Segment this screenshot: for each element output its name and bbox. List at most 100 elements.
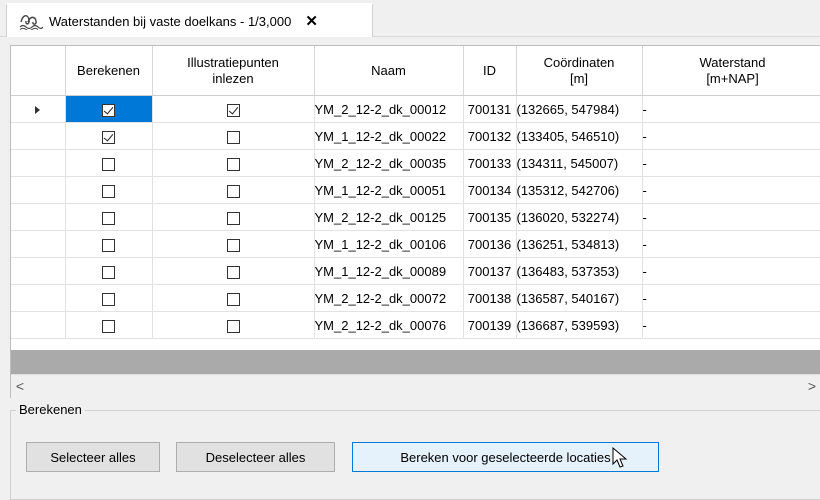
- berekenen-checkbox[interactable]: [102, 157, 115, 171]
- berekenen-checkbox[interactable]: [102, 292, 115, 306]
- id-cell[interactable]: 700132: [463, 122, 517, 150]
- berekenen-cell[interactable]: [65, 203, 153, 231]
- waterstand-cell[interactable]: -: [642, 122, 820, 150]
- illustratiepunten-checkbox[interactable]: [226, 292, 240, 306]
- illustratiepunten-checkbox[interactable]: [226, 211, 240, 225]
- naam-cell[interactable]: YM_1_12-2_dk_00022: [314, 122, 464, 150]
- naam-cell[interactable]: YM_2_12-2_dk_00072: [314, 284, 464, 312]
- illustratiepunten-cell[interactable]: [152, 176, 315, 204]
- coordinaten-cell[interactable]: (136483, 537353): [516, 257, 643, 285]
- illustratiepunten-checkbox[interactable]: [226, 238, 240, 252]
- naam-cell[interactable]: YM_1_12-2_dk_00089: [314, 257, 464, 285]
- deselect-all-button[interactable]: Deselecteer alles: [176, 442, 335, 472]
- close-icon[interactable]: ✕: [305, 12, 318, 30]
- naam-cell[interactable]: YM_1_12-2_dk_00106: [314, 230, 464, 258]
- berekenen-cell[interactable]: [65, 257, 153, 285]
- scroll-left-icon[interactable]: <: [11, 375, 29, 398]
- row-header[interactable]: [11, 149, 66, 177]
- id-cell[interactable]: 700131: [463, 95, 517, 123]
- select-all-button[interactable]: Selecteer alles: [26, 442, 160, 472]
- illustratiepunten-cell[interactable]: [152, 284, 315, 312]
- coordinaten-cell[interactable]: (136020, 532274): [516, 203, 643, 231]
- row-header[interactable]: [11, 203, 66, 231]
- naam-cell[interactable]: YM_1_12-2_dk_00051: [314, 176, 464, 204]
- illustratiepunten-cell[interactable]: [152, 149, 315, 177]
- coordinaten-cell[interactable]: (133405, 546510): [516, 122, 643, 150]
- illustratiepunten-cell[interactable]: [152, 203, 315, 231]
- row-header[interactable]: [11, 95, 66, 123]
- coordinaten-cell[interactable]: (135312, 542706): [516, 176, 643, 204]
- berekenen-checkbox[interactable]: [102, 130, 115, 144]
- berekenen-cell[interactable]: [65, 149, 153, 177]
- table-row[interactable]: YM_2_12-2_dk_00035 700133 (134311, 545007)…: [11, 149, 820, 177]
- table-row[interactable]: YM_1_12-2_dk_00051 700134 (135312, 542706)…: [11, 176, 820, 204]
- column-header-berekenen[interactable]: Berekenen: [65, 46, 153, 96]
- illustratiepunten-checkbox[interactable]: [226, 319, 240, 333]
- berekenen-checkbox[interactable]: [102, 265, 115, 279]
- illustratiepunten-checkbox[interactable]: [226, 103, 240, 117]
- column-header-illustratiepunten[interactable]: Illustratiepunten inlezen: [152, 46, 315, 96]
- berekenen-cell[interactable]: [65, 230, 153, 258]
- berekenen-checkbox[interactable]: [102, 211, 115, 225]
- coordinaten-cell[interactable]: (134311, 545007): [516, 149, 643, 177]
- row-header[interactable]: [11, 176, 66, 204]
- illustratiepunten-checkbox[interactable]: [226, 130, 240, 144]
- row-header[interactable]: [11, 257, 66, 285]
- illustratiepunten-cell[interactable]: [152, 230, 315, 258]
- column-header-id[interactable]: ID: [463, 46, 517, 96]
- id-cell[interactable]: 700137: [463, 257, 517, 285]
- tab-waterstanden[interactable]: Waterstanden bij vaste doelkans - 1/3,00…: [6, 3, 373, 37]
- berekenen-cell[interactable]: [65, 176, 153, 204]
- illustratiepunten-cell[interactable]: [152, 257, 315, 285]
- berekenen-cell[interactable]: [65, 311, 153, 339]
- waterstand-cell[interactable]: -: [642, 203, 820, 231]
- berekenen-cell[interactable]: [65, 122, 153, 150]
- id-cell[interactable]: 700136: [463, 230, 517, 258]
- table-row[interactable]: YM_2_12-2_dk_00072 700138 (136587, 540167)…: [11, 284, 820, 312]
- row-header[interactable]: [11, 230, 66, 258]
- waterstand-cell[interactable]: -: [642, 176, 820, 204]
- berekenen-checkbox[interactable]: [102, 103, 115, 117]
- id-cell[interactable]: 700139: [463, 311, 517, 339]
- row-header[interactable]: [11, 311, 66, 339]
- waterstand-cell[interactable]: -: [642, 284, 820, 312]
- naam-cell[interactable]: YM_2_12-2_dk_00076: [314, 311, 464, 339]
- berekenen-checkbox[interactable]: [102, 238, 115, 252]
- id-cell[interactable]: 700133: [463, 149, 517, 177]
- column-header-coordinaten[interactable]: Coördinaten [m]: [516, 46, 643, 96]
- coordinaten-cell[interactable]: (136587, 540167): [516, 284, 643, 312]
- table-row[interactable]: YM_2_12-2_dk_00012 700131 (132665, 547984)…: [11, 95, 820, 123]
- berekenen-cell[interactable]: [65, 284, 153, 312]
- illustratiepunten-checkbox[interactable]: [226, 265, 240, 279]
- id-cell[interactable]: 700135: [463, 203, 517, 231]
- table-row[interactable]: YM_1_12-2_dk_00106 700136 (136251, 534813)…: [11, 230, 820, 258]
- table-row[interactable]: YM_2_12-2_dk_00076 700139 (136687, 539593)…: [11, 311, 820, 339]
- coordinaten-cell[interactable]: (136251, 534813): [516, 230, 643, 258]
- waterstand-cell[interactable]: -: [642, 149, 820, 177]
- row-header[interactable]: [11, 122, 66, 150]
- coordinaten-cell[interactable]: (136687, 539593): [516, 311, 643, 339]
- waterstand-cell[interactable]: -: [642, 230, 820, 258]
- waterstand-cell[interactable]: -: [642, 311, 820, 339]
- berekenen-checkbox[interactable]: [102, 319, 115, 333]
- table-row[interactable]: YM_2_12-2_dk_00125 700135 (136020, 532274)…: [11, 203, 820, 231]
- illustratiepunten-cell[interactable]: [152, 311, 315, 339]
- horizontal-scrollbar[interactable]: < >: [11, 374, 820, 398]
- naam-cell[interactable]: YM_2_12-2_dk_00012: [314, 95, 464, 123]
- coordinaten-cell[interactable]: (132665, 547984): [516, 95, 643, 123]
- column-header-naam[interactable]: Naam: [314, 46, 464, 96]
- id-cell[interactable]: 700134: [463, 176, 517, 204]
- illustratiepunten-cell[interactable]: [152, 122, 315, 150]
- naam-cell[interactable]: YM_2_12-2_dk_00035: [314, 149, 464, 177]
- berekenen-checkbox[interactable]: [102, 184, 115, 198]
- column-header-waterstand[interactable]: Waterstand [m+NAP]: [642, 46, 820, 96]
- scroll-right-icon[interactable]: >: [803, 375, 820, 398]
- table-row[interactable]: YM_1_12-2_dk_00089 700137 (136483, 537353)…: [11, 257, 820, 285]
- illustratiepunten-cell[interactable]: [152, 95, 315, 123]
- berekenen-cell[interactable]: [65, 95, 153, 123]
- id-cell[interactable]: 700138: [463, 284, 517, 312]
- waterstand-cell[interactable]: -: [642, 257, 820, 285]
- naam-cell[interactable]: YM_2_12-2_dk_00125: [314, 203, 464, 231]
- illustratiepunten-checkbox[interactable]: [226, 184, 240, 198]
- waterstand-cell[interactable]: -: [642, 95, 820, 123]
